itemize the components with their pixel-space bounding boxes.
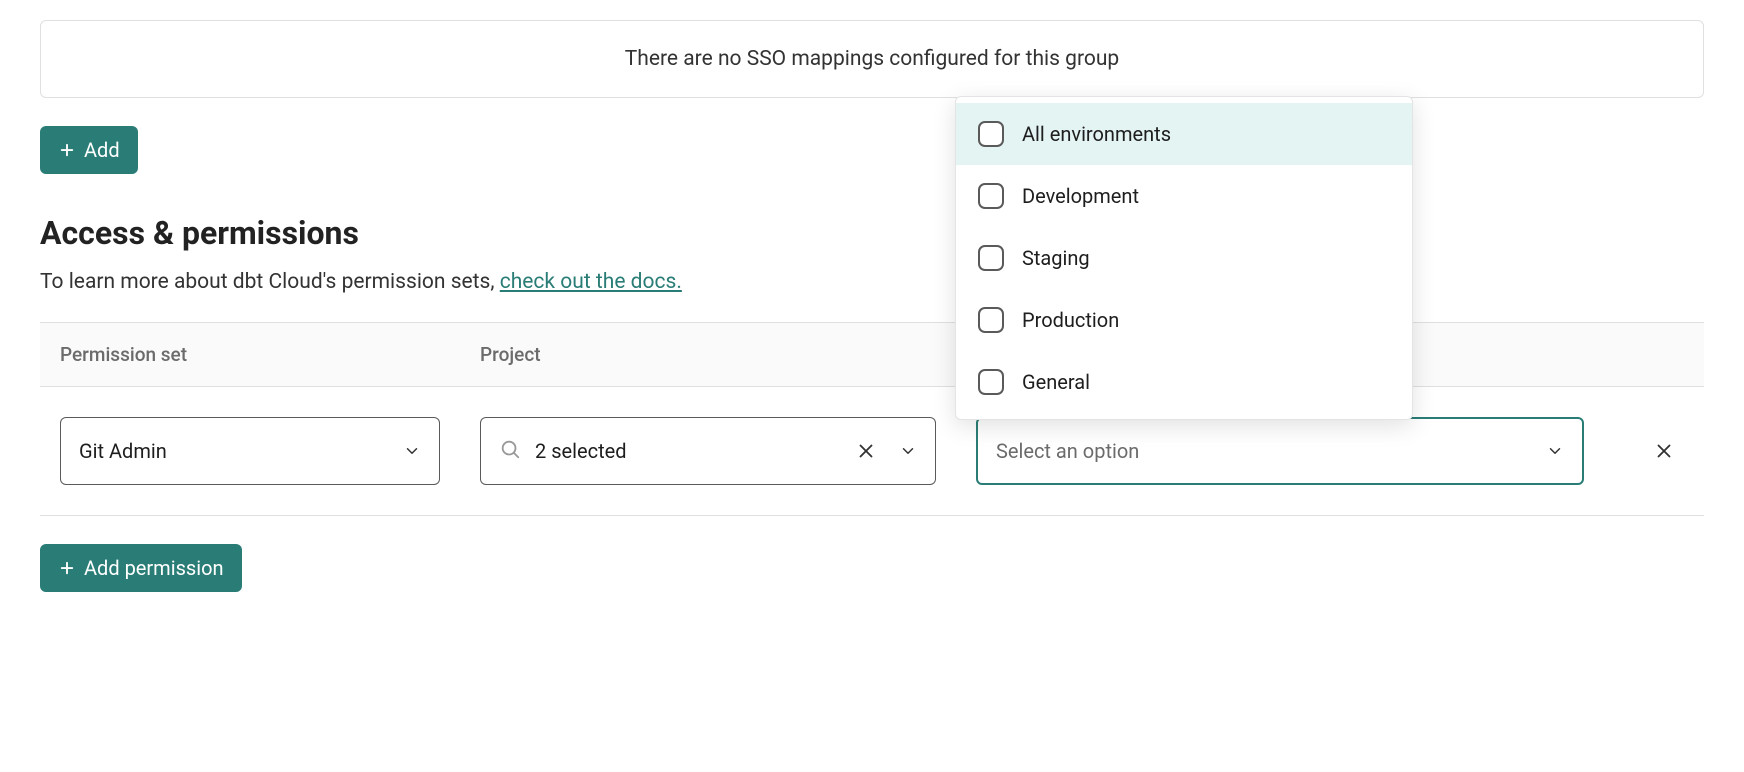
checkbox[interactable]	[978, 183, 1004, 209]
dropdown-item-label: General	[1022, 370, 1090, 394]
access-permissions-title: Access & permissions	[40, 214, 1704, 252]
table-header: Permission set Project	[40, 322, 1704, 387]
remove-row-icon[interactable]	[1653, 440, 1675, 462]
checkbox[interactable]	[978, 121, 1004, 147]
sso-empty-banner: There are no SSO mappings configured for…	[40, 20, 1704, 98]
plus-icon	[58, 141, 76, 159]
checkbox[interactable]	[978, 245, 1004, 271]
dropdown-item[interactable]: General	[956, 351, 1412, 413]
header-project: Project	[480, 343, 976, 366]
add-button-label: Add	[84, 138, 120, 162]
dropdown-item[interactable]: All environments	[956, 103, 1412, 165]
search-icon	[499, 438, 521, 464]
table-row: Git Admin 2 selected	[40, 387, 1704, 516]
dropdown-item-label: Staging	[1022, 246, 1090, 270]
header-permission-set: Permission set	[60, 343, 480, 366]
checkbox[interactable]	[978, 307, 1004, 333]
dropdown-item-label: All environments	[1022, 122, 1171, 146]
add-permission-label: Add permission	[84, 556, 224, 580]
chevron-down-icon	[899, 442, 917, 460]
dropdown-item[interactable]: Staging	[956, 227, 1412, 289]
dropdown-item-label: Development	[1022, 184, 1139, 208]
add-button[interactable]: Add	[40, 126, 138, 174]
desc-prefix: To learn more about dbt Cloud's permissi…	[40, 270, 500, 294]
dropdown-item[interactable]: Production	[956, 289, 1412, 351]
permission-set-value: Git Admin	[79, 439, 167, 463]
permissions-table: Permission set Project Git Admin	[40, 322, 1704, 516]
clear-icon[interactable]	[855, 440, 877, 462]
plus-icon	[58, 559, 76, 577]
environment-select[interactable]: Select an option	[976, 417, 1584, 485]
dropdown-item-label: Production	[1022, 308, 1119, 332]
header-action	[1624, 343, 1704, 366]
chevron-down-icon	[403, 442, 421, 460]
chevron-down-icon	[1546, 442, 1564, 460]
environment-placeholder: Select an option	[996, 439, 1139, 463]
checkbox[interactable]	[978, 369, 1004, 395]
project-value: 2 selected	[535, 439, 841, 463]
environment-dropdown: All environments Development Staging Produc…	[955, 96, 1413, 420]
access-permissions-description: To learn more about dbt Cloud's permissi…	[40, 270, 1704, 294]
permission-set-select[interactable]: Git Admin	[60, 417, 440, 485]
sso-empty-message: There are no SSO mappings configured for…	[625, 47, 1119, 71]
dropdown-item[interactable]: Development	[956, 165, 1412, 227]
add-permission-button[interactable]: Add permission	[40, 544, 242, 592]
project-multiselect[interactable]: 2 selected	[480, 417, 936, 485]
docs-link[interactable]: check out the docs.	[500, 270, 682, 294]
